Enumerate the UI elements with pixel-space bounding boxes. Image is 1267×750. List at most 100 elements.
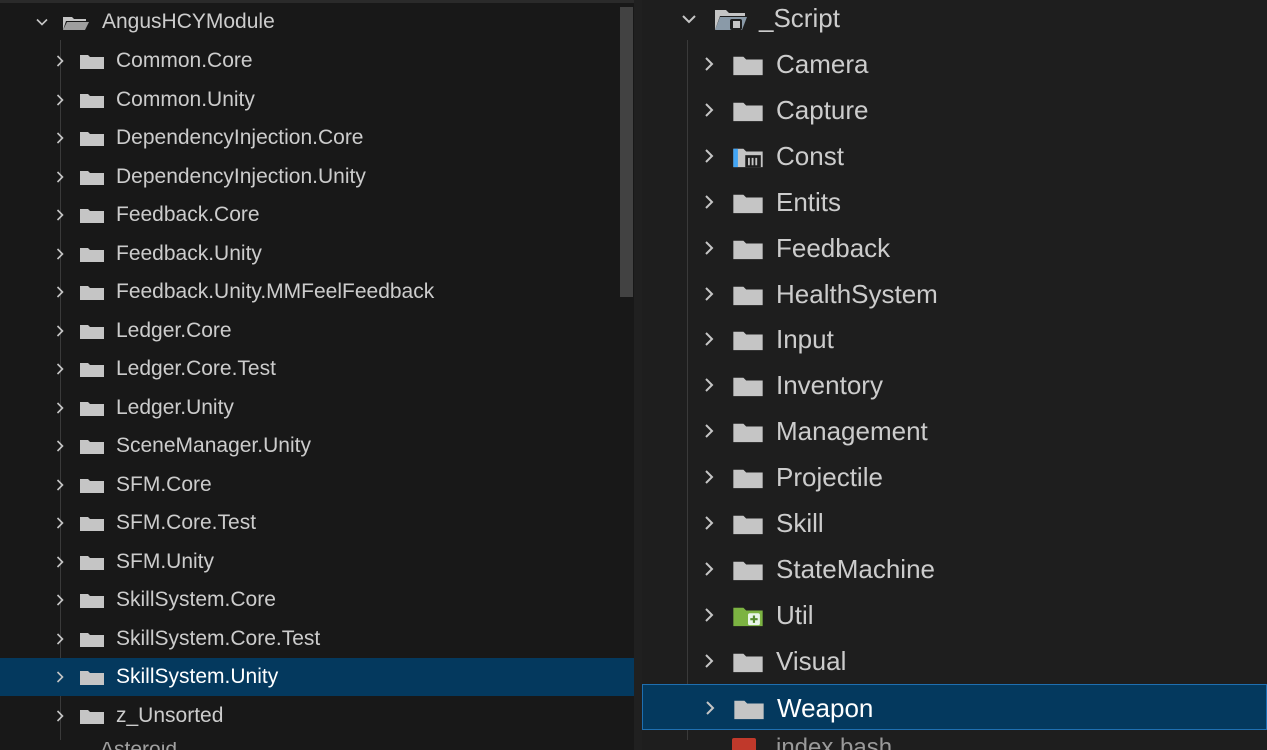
tree-item-feedback-unity-mmfeelfeedback[interactable]: Feedback.Unity.MMFeelFeedback [0, 273, 634, 311]
chevron-right-icon[interactable] [52, 631, 68, 647]
tree-item-weapon[interactable]: Weapon [642, 683, 1267, 730]
tree-item-ledger-core[interactable]: Ledger.Core [0, 312, 634, 350]
tree-item-statemachine[interactable]: StateMachine [642, 546, 1267, 592]
tree-item-label: HealthSystem [776, 278, 938, 309]
vertical-scrollbar[interactable] [620, 7, 633, 297]
tree-item-capture[interactable]: Capture [642, 87, 1267, 133]
tree-item-skill[interactable]: Skill [642, 500, 1267, 546]
tree-item-sfm-core[interactable]: SFM.Core [0, 466, 634, 504]
next-root-partial: Asteroid [40, 742, 240, 750]
tree-item-common-unity[interactable]: Common.Unity [0, 81, 634, 119]
chevron-right-icon[interactable] [699, 192, 719, 212]
chevron-right-icon[interactable] [52, 169, 68, 185]
chevron-right-icon[interactable] [52, 53, 68, 69]
tree-item-label: Feedback.Unity.MMFeelFeedback [116, 280, 435, 303]
tree-root-angushcymodule[interactable]: AngusHCYModule [0, 3, 634, 41]
chevron-right-icon[interactable] [52, 207, 68, 223]
chevron-right-icon[interactable] [52, 515, 68, 531]
chevron-down-icon[interactable] [679, 9, 699, 29]
tree-item-label: SkillSystem.Unity [116, 665, 279, 688]
left-explorer-panel: AngusHCYModule Common.Core Common.Unity De… [0, 0, 634, 750]
chevron-right-icon[interactable] [52, 438, 68, 454]
next-file-partial[interactable]: index.bash [732, 736, 1032, 750]
tree-item-skillsystem-unity[interactable]: SkillSystem.Unity [0, 658, 634, 696]
folder-icon [79, 54, 105, 75]
tree-item-label: StateMachine [776, 553, 935, 584]
util-folder-icon [732, 605, 764, 632]
chevron-right-icon[interactable] [699, 467, 719, 487]
chevron-right-icon[interactable] [52, 92, 68, 108]
tree-item-label: Common.Core [116, 49, 253, 72]
chevron-right-icon[interactable] [52, 477, 68, 493]
chevron-right-icon[interactable] [700, 698, 720, 718]
tree-item-skillsystem-core-test[interactable]: SkillSystem.Core.Test [0, 620, 634, 658]
tree-item-inventory[interactable]: Inventory [642, 362, 1267, 408]
chevron-right-icon[interactable] [699, 329, 719, 349]
chevron-right-icon[interactable] [52, 400, 68, 416]
tree-item-skillsystem-core[interactable]: SkillSystem.Core [0, 581, 634, 619]
chevron-right-icon[interactable] [52, 361, 68, 377]
panel-divider [634, 0, 642, 750]
tree-item-visual[interactable]: Visual [642, 638, 1267, 684]
tree-item-label: SkillSystem.Core [116, 588, 276, 611]
chevron-down-icon[interactable] [34, 14, 50, 30]
chevron-right-icon[interactable] [52, 323, 68, 339]
tree-item-entits[interactable]: Entits [642, 179, 1267, 225]
chevron-right-icon[interactable] [699, 559, 719, 579]
tree-item-ledger-core-test[interactable]: Ledger.Core.Test [0, 350, 634, 388]
chevron-right-icon[interactable] [699, 605, 719, 625]
chevron-right-icon[interactable] [52, 669, 68, 685]
tree-item-label: Input [776, 324, 834, 355]
chevron-right-icon[interactable] [52, 284, 68, 300]
chevron-right-icon[interactable] [699, 54, 719, 74]
chevron-right-icon[interactable] [52, 554, 68, 570]
tree-item-camera[interactable]: Camera [642, 41, 1267, 87]
tree-item-label: SFM.Core.Test [116, 511, 257, 534]
tree-item-feedback-core[interactable]: Feedback.Core [0, 196, 634, 234]
tree-item-feedback[interactable]: Feedback [642, 225, 1267, 271]
folder-icon [732, 192, 764, 219]
chevron-right-icon[interactable] [699, 651, 719, 671]
tree-item-label: Util [776, 599, 814, 630]
tree-item-label: DependencyInjection.Core [116, 126, 364, 149]
chevron-right-icon[interactable] [699, 375, 719, 395]
tree-item-label: Ledger.Unity [116, 395, 234, 419]
tree-root-label: _Script [759, 3, 840, 33]
tree-item-management[interactable]: Management [642, 408, 1267, 454]
tree-item-const[interactable]: Const [642, 133, 1267, 179]
chevron-right-icon[interactable] [52, 130, 68, 146]
tree-item-label: Weapon [777, 692, 874, 723]
chevron-right-icon[interactable] [52, 708, 68, 724]
chevron-right-icon[interactable] [699, 421, 719, 441]
folder-icon [79, 208, 105, 229]
tree-item-z-unsorted[interactable]: z_Unsorted [0, 697, 634, 735]
tree-item-feedback-unity[interactable]: Feedback.Unity [0, 235, 634, 273]
chevron-right-icon[interactable] [52, 246, 68, 262]
chevron-right-icon[interactable] [52, 592, 68, 608]
tree-item-scenemanager-unity[interactable]: SceneManager.Unity [0, 427, 634, 465]
chevron-right-icon[interactable] [699, 100, 719, 120]
tree-item-projectile[interactable]: Projectile [642, 454, 1267, 500]
tree-item-label: Inventory [776, 370, 883, 401]
tree-root-script[interactable]: _Script [642, 0, 1267, 46]
chevron-right-icon[interactable] [699, 284, 719, 304]
folder-icon [79, 93, 105, 114]
tree-item-sfm-unity[interactable]: SFM.Unity [0, 543, 634, 581]
explorer-comparison: AngusHCYModule Common.Core Common.Unity De… [0, 0, 1267, 750]
tree-item-common-core[interactable]: Common.Core [0, 42, 634, 80]
folder-icon [732, 421, 764, 448]
chevron-right-icon[interactable] [699, 146, 719, 166]
folder-icon [732, 513, 764, 540]
chevron-right-icon[interactable] [699, 513, 719, 533]
tree-item-label: Camera [776, 49, 869, 79]
tree-item-input[interactable]: Input [642, 316, 1267, 362]
chevron-right-icon[interactable] [699, 238, 719, 258]
tree-item-label: SkillSystem.Core.Test [116, 626, 321, 650]
tree-item-label: Feedback.Core [116, 203, 260, 226]
tree-item-ledger-unity[interactable]: Ledger.Unity [0, 389, 634, 427]
tree-item-dependencyinjection-unity[interactable]: DependencyInjection.Unity [0, 158, 634, 196]
tree-item-dependencyinjection-core[interactable]: DependencyInjection.Core [0, 119, 634, 157]
tree-item-util[interactable]: Util [642, 592, 1267, 638]
tree-item-healthsystem[interactable]: HealthSystem [642, 271, 1267, 317]
tree-item-sfm-core-test[interactable]: SFM.Core.Test [0, 504, 634, 542]
